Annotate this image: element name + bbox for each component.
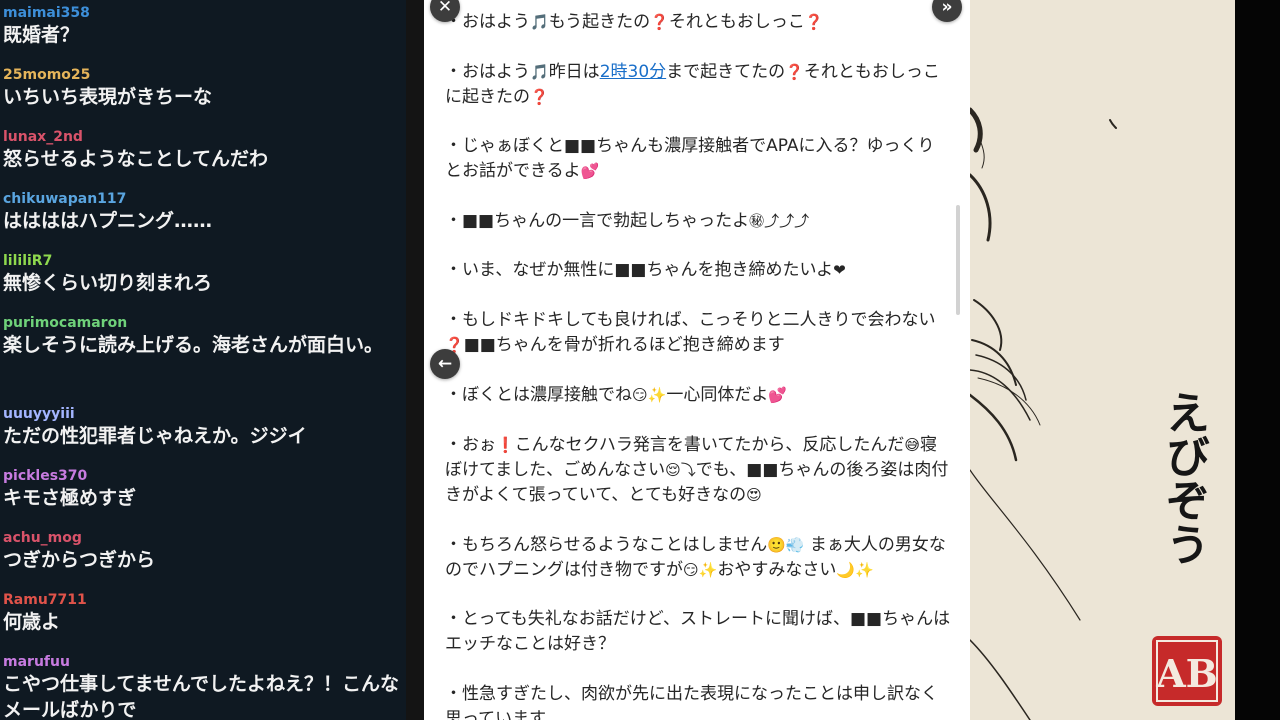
- chat-username[interactable]: maimai358: [3, 4, 403, 22]
- para-text: 一心同体だよ: [666, 385, 769, 405]
- chat-username[interactable]: pickles370: [3, 467, 403, 485]
- para-text: まで起きてたの: [666, 62, 786, 82]
- para-text: おやすみなさい: [717, 560, 837, 580]
- arrow-left-icon: ←: [437, 353, 453, 374]
- message-paragraph: ・おはよう🎵もう起きたの❓それともおしっこ❓: [445, 10, 951, 35]
- chat-message: chikuwapan117 ははははハプニング……: [3, 190, 403, 234]
- message-paragraph: ・もちろん怒らせるようなことはしません🙂💨 まぁ大人の男女なのでハプニングは付き…: [445, 533, 951, 583]
- chat-message: 25momo25 いちいち表現がきちーな: [3, 66, 403, 110]
- chat-username[interactable]: lunax_2nd: [3, 128, 403, 146]
- seal-logo: AB: [1155, 640, 1218, 702]
- para-text: ■■ちゃんを骨が折れるほど抱き締めます: [463, 335, 785, 355]
- moon-sparkle-emoji: 🌙✨: [836, 561, 874, 579]
- message-paragraph: ・■■ちゃんの一言で勃起しちゃったよ㊙⤴⤴⤴: [445, 209, 951, 234]
- question-emoji: ❓: [785, 63, 804, 81]
- seal-text: AB: [1155, 651, 1218, 696]
- chat-message: achu_mog つぎからつぎから: [3, 529, 403, 573]
- message-paragraph: ・おはよう🎵昨日は2時30分まで起きてたの❓それともおしっこに起きたの❓: [445, 60, 951, 110]
- message-paragraph: ・じゃぁぼくと■■ちゃんも濃厚接触者でAPAに入る？ゆっくりとお話ができるよ💕: [445, 134, 951, 184]
- para-text: ・おぉ: [445, 435, 496, 455]
- chat-text: キモさ極めすぎ: [3, 487, 137, 509]
- relieved-down-emoji: 😌⤵: [665, 461, 696, 479]
- double-chevron-right-icon: »: [941, 0, 953, 17]
- chat-text: こやつ仕事してませんでしたよねえ？！こんなメールばかりで: [3, 673, 399, 720]
- smile-dash-emoji: 🙂💨: [767, 536, 805, 554]
- para-text: ・性急すぎたし、肉欲が先に出た表現になったことは申し訳なく思っています: [445, 684, 938, 720]
- exclamation-emoji: ❗: [496, 436, 515, 454]
- chat-username[interactable]: purimocamaron: [3, 314, 403, 332]
- chat-username[interactable]: lililiR7: [3, 252, 403, 270]
- vertical-title-text: えびぞう: [1158, 390, 1209, 566]
- sweat-smile-emoji: 😅: [904, 436, 920, 454]
- question-emoji: ❓: [804, 13, 824, 31]
- message-paragraph: ・いま、なぜか無性に■■ちゃんを抱き締めたいよ❤: [445, 258, 951, 283]
- chat-message: lunax_2nd 怒らせるようなことしてんだわ: [3, 128, 403, 172]
- chat-message: marufuu こやつ仕事してませんでしたよねえ？！こんなメールばかりで: [3, 653, 403, 720]
- chat-username[interactable]: chikuwapan117: [3, 190, 403, 208]
- music-note-emoji: 🎵: [530, 13, 549, 31]
- chat-text: ははははハプニング……: [3, 210, 213, 232]
- vertical-title: えびぞう: [1155, 390, 1211, 580]
- message-paragraph: ・もしドキドキしても良ければ、こっそりと二人きりで会わない❓■■ちゃんを骨が折れ…: [445, 308, 951, 358]
- para-text: ・もちろん怒らせるようなことはしません: [445, 535, 768, 555]
- message-paragraph: ・ぼくとは濃厚接触でね😏✨一心同体だよ💕: [445, 383, 951, 408]
- chat-text: いちいち表現がきちーな: [3, 86, 213, 108]
- smirk-sparkle-emoji: 😏✨: [683, 561, 718, 579]
- chat-text: 楽しそうに読み上げる。海老さんが面白い。: [3, 334, 384, 356]
- para-text: ・とっても失礼なお話だけど、ストレートに聞けば、■■ちゃんはエッチなことは好き？: [445, 609, 951, 654]
- para-text: ・じゃぁぼくと■■ちゃんも濃厚接触者でAPAに入る？ゆっくりとお話ができるよ: [445, 136, 935, 181]
- para-text: ・ぼくとは濃厚接触でね: [445, 385, 632, 405]
- para-text: ・おはよう: [445, 12, 530, 32]
- chat-message: pickles370 キモさ極めすぎ: [3, 467, 403, 511]
- chat-message: purimocamaron 楽しそうに読み上げる。海老さんが面白い。: [3, 314, 403, 358]
- chat-username[interactable]: Ramu7711: [3, 591, 403, 609]
- right-black-strip: [1235, 0, 1280, 720]
- chat-username[interactable]: achu_mog: [3, 529, 403, 547]
- para-text: ・いま、なぜか無性に■■ちゃんを抱き締めたいよ: [445, 260, 834, 280]
- ink-brush-sketch: [970, 107, 1117, 720]
- message-viewer[interactable]: ・おはよう🎵もう起きたの❓それともおしっこ❓ ・おはよう🎵昨日は2時30分まで起…: [424, 0, 970, 720]
- chat-text: 怒らせるようなことしてんだわ: [3, 148, 269, 170]
- decoration-panel: [970, 0, 1235, 720]
- hearts-emoji: 💕: [580, 162, 600, 180]
- chat-message: uuuyyyiii ただの性犯罪者じゃねえか。ジジイ: [3, 405, 403, 449]
- para-text: 昨日は: [548, 62, 600, 82]
- viewer-scrollbar[interactable]: [956, 205, 960, 315]
- heart-emoji: ❤: [833, 261, 846, 279]
- chat-username[interactable]: uuuyyyiii: [3, 405, 403, 423]
- chat-username[interactable]: marufuu: [3, 653, 403, 671]
- back-button[interactable]: ←: [430, 349, 460, 379]
- chat-message: lililiR7 無惨くらい切り刻まれろ: [3, 252, 403, 296]
- chat-text: ただの性犯罪者じゃねえか。ジジイ: [3, 425, 307, 447]
- para-text: ・おはよう: [445, 62, 530, 82]
- message-paragraph: ・とっても失礼なお話だけど、ストレートに聞けば、■■ちゃんはエッチなことは好き？: [445, 607, 951, 657]
- message-paragraph: ・性急すぎたし、肉欲が先に出た表現になったことは申し訳なく思っています: [445, 682, 951, 720]
- time-link[interactable]: 2時30分: [600, 62, 666, 82]
- smirk-sparkle-emoji: 😏✨: [632, 386, 667, 404]
- secret-up-arrows-emoji: ㊙⤴⤴⤴: [749, 212, 810, 230]
- chat-message: maimai358 既婚者？: [3, 4, 403, 48]
- chat-message: Ramu7711 何歳よ: [3, 591, 403, 635]
- question-emoji: ❓: [650, 13, 669, 31]
- message-paragraph: ・おぉ❗こんなセクハラ発言を書いてたから、反応したんだ😅寝ぼけてました、ごめんな…: [445, 433, 951, 508]
- chat-text: つぎからつぎから: [3, 549, 156, 571]
- chat-text: 無惨くらい切り刻まれろ: [3, 272, 213, 294]
- para-text: ・■■ちゃんの一言で勃起しちゃったよ: [445, 211, 750, 231]
- question-emoji: ❓: [530, 88, 549, 106]
- chat-text: 何歳よ: [3, 611, 61, 633]
- music-note-emoji: 🎵: [530, 63, 549, 81]
- para-text: こんなセクハラ発言を書いてたから、反応したんだ: [514, 435, 905, 455]
- chat-panel[interactable]: maimai358 既婚者？ 25momo25 いちいち表現がきちーな luna…: [0, 0, 406, 720]
- para-text: もう起きたの: [548, 12, 651, 32]
- panel-gap: [406, 0, 424, 720]
- chat-username[interactable]: 25momo25: [3, 66, 403, 84]
- seal-stamp: AB: [1152, 636, 1222, 706]
- close-icon: ✕: [437, 0, 453, 17]
- heart-eyes-emoji: 😍: [746, 486, 762, 504]
- hearts-emoji: 💕: [768, 386, 788, 404]
- para-text: それともおしっこ: [668, 12, 805, 32]
- para-text: ・もしドキドキしても良ければ、こっそりと二人きりで会わない: [445, 310, 936, 330]
- chat-text: 既婚者？: [3, 24, 80, 46]
